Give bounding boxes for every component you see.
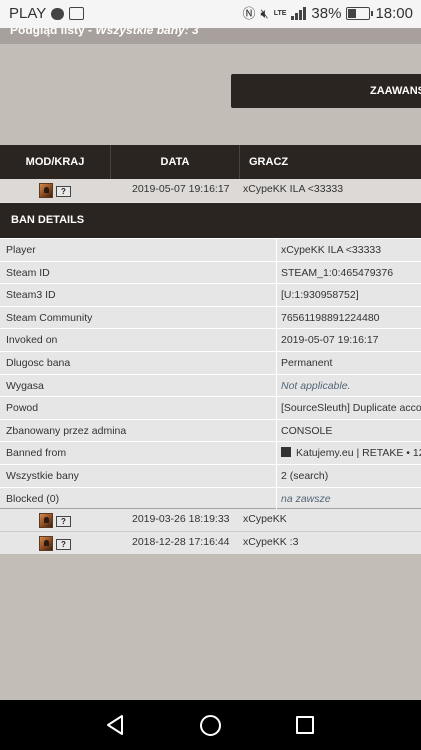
column-header-player[interactable]: GRACZ <box>240 145 421 179</box>
detail-row-steam-id: Steam ID STEAM_1:0:465479376 <box>0 260 421 284</box>
detail-key: Zbanowany przez admina <box>6 424 127 437</box>
detail-key: Dlugosc bana <box>6 357 71 369</box>
battery-icon <box>346 7 374 20</box>
back-icon[interactable] <box>106 714 124 736</box>
unknown-country-flag-icon: ? <box>56 539 71 550</box>
gallery-icon <box>69 7 85 20</box>
carrier-label: PLAY <box>9 5 47 22</box>
row-player: xCypeKK ILA <33333 <box>243 183 344 195</box>
detail-row-steam-community: Steam Community 76561198891224480 <box>0 305 421 329</box>
detail-value: Katujemy.eu | RETAKE • 128 T <box>281 447 421 459</box>
detail-key: Blocked (0) <box>6 492 60 505</box>
row-icons: ? <box>39 513 71 528</box>
navigation-bar <box>0 700 421 750</box>
detail-value: Not applicable. <box>281 379 351 392</box>
detail-row-banned-by: Zbanowany przez admina CONSOLE <box>0 418 421 442</box>
detail-key: Powod <box>6 402 39 415</box>
battery-percent: 38% <box>311 5 342 22</box>
messenger-icon <box>51 7 65 20</box>
recent-apps-icon[interactable] <box>296 716 314 734</box>
game-mod-icon <box>39 513 53 528</box>
unknown-country-flag-icon: ? <box>56 516 71 527</box>
column-header-date[interactable]: DATA <box>111 145 240 179</box>
row-date: 2019-03-26 18:19:33 <box>132 513 230 525</box>
row-date: 2019-05-07 19:16:17 <box>132 183 230 195</box>
column-header-mod-country[interactable]: MOD/KRAJ <box>0 145 111 179</box>
table-row[interactable]: ? 2019-05-07 19:16:17 xCypeKK ILA <33333 <box>0 179 421 202</box>
mute-icon: 🔇︎ <box>260 5 269 21</box>
server-name: Katujemy.eu | RETAKE • 128 T <box>296 447 421 460</box>
row-date: 2018-12-28 17:16:44 <box>132 536 230 548</box>
steam-community-link[interactable]: 76561198891224480 <box>281 312 380 324</box>
detail-value: [U:1:930958752] <box>281 289 359 302</box>
detail-value: Permanent <box>281 357 333 369</box>
game-mod-icon <box>39 536 53 551</box>
detail-key: Steam ID <box>6 266 50 279</box>
page-title-prefix: Podgląd listy - <box>10 28 96 37</box>
clock: 18:00 <box>375 5 413 22</box>
detail-value: 2019-05-07 19:16:17 <box>281 334 379 347</box>
all-bans-search-link[interactable]: 2 (search) <box>281 470 328 482</box>
detail-key: Steam Community <box>6 311 93 324</box>
detail-row-steam3-id: Steam3 ID [U:1:930958752] <box>0 283 421 306</box>
detail-value: na zawsze <box>281 492 331 505</box>
detail-row-player: Player xCypeKK ILA <33333 <box>0 238 421 261</box>
detail-key: Wszystkie bany <box>6 470 79 482</box>
detail-row-all-bans: Wszystkie bany 2 (search) <box>0 464 421 487</box>
detail-value: CONSOLE <box>281 424 333 437</box>
detail-key: Banned from <box>6 447 67 460</box>
table-row[interactable]: ? 2019-03-26 18:19:33 xCypeKK <box>0 509 421 532</box>
detail-key: Steam3 ID <box>6 289 56 302</box>
detail-row-banned-from: Banned from Katujemy.eu | RETAKE • 128 T <box>0 441 421 464</box>
row-player: xCypeKK :3 <box>243 536 299 548</box>
page-title-strip: Podgląd listy - Wszystkie bany: 3 <box>0 28 421 44</box>
row-player: xCypeKK <box>243 513 287 525</box>
detail-key: Player <box>6 244 36 256</box>
nfc-icon: Ⓝ <box>242 5 256 21</box>
detail-row-ban-length: Dlugosc bana Permanent <box>0 351 421 374</box>
page-title-count: Wszystkie bany: 3 <box>95 28 199 37</box>
detail-value: xCypeKK ILA <33333 <box>281 244 382 256</box>
network-type: LTE <box>273 10 287 17</box>
signal-icon <box>291 7 307 20</box>
row-icons: ? <box>39 183 71 198</box>
ban-details-title: BAN DETAILS <box>0 203 421 238</box>
detail-key: Wygasa <box>6 379 44 392</box>
status-bar: PLAY Ⓝ 🔇︎ LTE 38% 18:00 <box>0 0 421 28</box>
detail-row-blocked: Blocked (0) na zawsze <box>0 486 421 510</box>
home-icon[interactable] <box>200 715 221 736</box>
page-title: Podgląd listy - Wszystkie bany: 3 <box>10 28 199 37</box>
detail-value: STEAM_1:0:465479376 <box>281 266 394 279</box>
detail-key: Invoked on <box>6 334 58 347</box>
table-row[interactable]: ? 2018-12-28 17:16:44 xCypeKK :3 <box>0 532 421 554</box>
detail-value: [SourceSleuth] Duplicate account <box>281 402 421 415</box>
advanced-search-button[interactable]: ZAAWANSO <box>231 74 421 108</box>
ban-details-panel: BAN DETAILS Player xCypeKK ILA <33333 Ste… <box>0 202 421 510</box>
ban-table-header: MOD/KRAJ DATA GRACZ <box>0 145 421 179</box>
unknown-country-flag-icon: ? <box>56 186 71 197</box>
server-icon <box>281 447 293 458</box>
detail-row-reason: Powod [SourceSleuth] Duplicate account <box>0 396 421 419</box>
detail-row-invoked-on: Invoked on 2019-05-07 19:16:17 <box>0 328 421 351</box>
row-icons: ? <box>39 536 71 551</box>
game-mod-icon <box>39 183 53 198</box>
detail-row-expires: Wygasa Not applicable. <box>0 373 421 397</box>
